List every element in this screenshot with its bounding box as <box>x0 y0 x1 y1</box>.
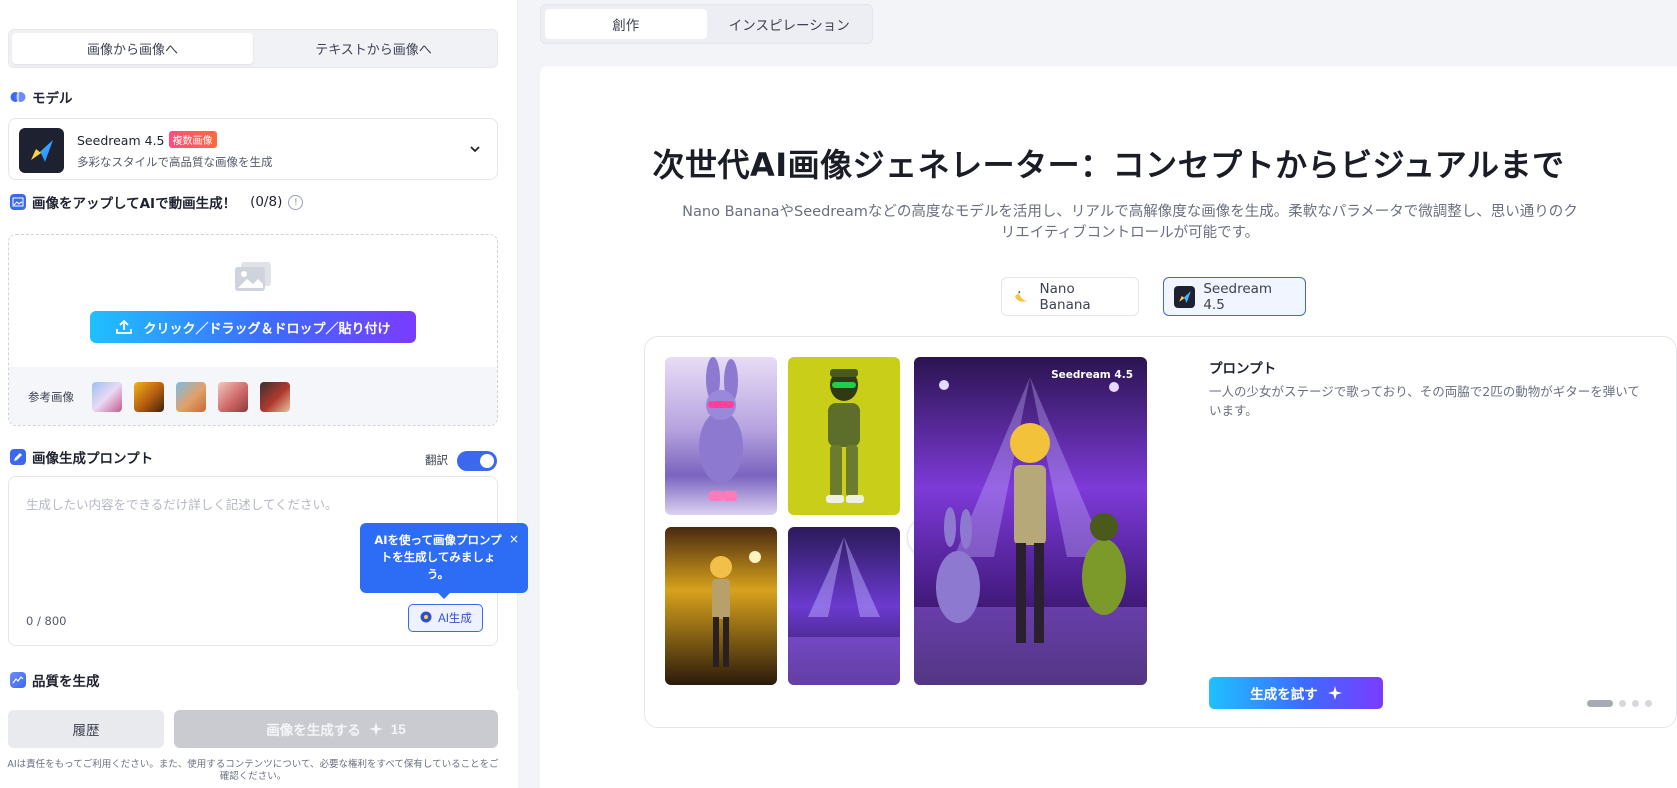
seedream-logo-icon <box>19 128 64 173</box>
result-model-badge: Seedream 4.5 <box>1051 369 1133 381</box>
generate-cost: 15 <box>390 721 406 737</box>
pager-dot[interactable] <box>1645 700 1652 707</box>
image-icon <box>10 194 26 210</box>
translate-label: 翻訳 <box>425 453 448 467</box>
input-image-dog <box>788 357 900 515</box>
mode-switch: 画像から画像へ テキストから画像へ <box>8 29 498 68</box>
generate-image-button[interactable]: 画像を生成する 15 <box>174 710 498 748</box>
pager-dot[interactable] <box>1632 700 1639 707</box>
model-chip-label: Seedream 4.5 <box>1203 280 1273 313</box>
upload-dropzone[interactable]: クリック／ドラッグ＆ドロップ／貼り付け 参考画像 <box>8 234 498 426</box>
sparkle-icon <box>368 722 383 736</box>
translate-toggle[interactable] <box>457 451 497 471</box>
close-icon[interactable]: × <box>509 531 519 548</box>
model-chip-nano-banana[interactable]: Nano Banana <box>1001 277 1139 316</box>
info-icon[interactable]: ! <box>288 194 304 210</box>
carousel-pager <box>1587 700 1652 707</box>
quality-title: 品質を生成 <box>32 674 100 690</box>
sparkle-icon <box>1327 686 1342 700</box>
banana-icon <box>1014 290 1028 302</box>
result-image: Seedream 4.5 <box>914 357 1147 685</box>
seedream-logo-icon <box>1174 285 1196 308</box>
reference-thumb[interactable] <box>218 382 248 412</box>
quality-section-title: 品質を生成 <box>10 670 100 690</box>
reference-thumb[interactable] <box>134 382 164 412</box>
showcase-prompt-heading: プロンプト <box>1209 361 1277 377</box>
reference-thumb[interactable] <box>92 382 122 412</box>
tab-create[interactable]: 創作 <box>545 9 707 39</box>
upload-button-label: クリック／ドラッグ＆ドロップ／貼り付け <box>143 320 391 336</box>
input-image-stage <box>788 527 900 685</box>
upload-section-title: 画像をアップしてAIで動画生成！ (0/8) ! <box>10 192 304 212</box>
character-counter: 0 / 800 <box>26 614 67 628</box>
reference-label: 参考画像 <box>28 390 74 404</box>
chevron-down-icon <box>470 146 480 153</box>
example-showcase: Seedream 4.5 プロンプト 一人の少女がステージで歌っており、その両脇… <box>644 336 1677 728</box>
model-description: 多彩なスタイルで高品質な画像を生成 <box>77 155 273 169</box>
main-content: 次世代AI画像ジェネレーター：コンセプトからビジュアルまで Nano Banan… <box>540 66 1677 788</box>
reference-images: 参考画像 <box>9 367 497 425</box>
prompt-section-title: 画像生成プロンプト <box>10 447 153 467</box>
reference-thumb[interactable] <box>176 382 206 412</box>
pager-dot[interactable] <box>1587 700 1613 707</box>
hero-subtitle: Nano BananaやSeedreamなどの高度なモデルを活用し、リアルで高解… <box>682 204 1578 241</box>
try-generate-label: 生成を試す <box>1250 687 1318 702</box>
reference-thumb[interactable] <box>260 382 290 412</box>
model-title: モデル <box>32 91 73 107</box>
upload-icon <box>116 319 133 334</box>
tab-text-to-image[interactable]: テキストから画像へ <box>253 33 494 64</box>
prompt-title: 画像生成プロンプト <box>32 451 154 467</box>
model-chip-label: Nano Banana <box>1039 280 1091 313</box>
top-tabs: 創作 インスピレーション <box>540 4 873 44</box>
generate-label: 画像を生成する <box>266 723 361 738</box>
tab-image-to-image[interactable]: 画像から画像へ <box>12 33 253 64</box>
quality-icon <box>10 672 26 688</box>
edit-icon <box>10 449 26 465</box>
ai-generate-label: AI生成 <box>438 613 472 625</box>
disclaimer-text: AIは責任をもってご利用ください。また、使用するコンテンツについて、必要な権利を… <box>7 759 499 782</box>
pager-dot[interactable] <box>1619 700 1626 707</box>
model-section-title: モデル <box>10 87 73 107</box>
image-placeholder-icon <box>235 262 271 291</box>
ai-prompt-tooltip: AIを使って画像プロンプトを生成してみましょう。 × <box>360 523 528 599</box>
ai-bulb-icon <box>420 611 432 623</box>
input-image-singer <box>665 527 777 685</box>
model-name: Seedream 4.5 複数画像 <box>77 131 217 148</box>
upload-button[interactable]: クリック／ドラッグ＆ドロップ／貼り付け <box>90 311 416 343</box>
tooltip-text: AIを使って画像プロンプトを生成してみましょう。 <box>374 533 502 581</box>
tab-inspiration[interactable]: インスピレーション <box>711 9 869 39</box>
model-selector[interactable]: Seedream 4.5 複数画像 多彩なスタイルで高品質な画像を生成 <box>8 118 498 180</box>
showcase-prompt-text: 一人の少女がステージで歌っており、その両脇で2匹の動物がギターを弾いています。 <box>1209 384 1640 418</box>
hero-title: 次世代AI画像ジェネレーター：コンセプトからビジュアルまで <box>652 146 1565 184</box>
action-bar: 履歴 画像を生成する 15 AIは責任をもってご利用ください。また、使用するコン… <box>0 690 518 788</box>
history-button[interactable]: 履歴 <box>8 710 164 748</box>
brain-icon <box>10 89 26 105</box>
left-panel: 画像から画像へ テキストから画像へ モデル Seedream 4.5 複数画像 多… <box>0 0 528 788</box>
ai-generate-prompt-button[interactable]: AI生成 <box>408 604 483 632</box>
try-generate-button[interactable]: 生成を試す <box>1209 677 1383 709</box>
prompt-placeholder: 生成したい内容をできるだけ詳しく記述してください。 <box>26 497 338 512</box>
multi-image-badge: 複数画像 <box>168 131 217 148</box>
model-chip-seedream[interactable]: Seedream 4.5 <box>1163 277 1306 316</box>
upload-title: 画像をアップしてAIで動画生成！ <box>32 196 237 212</box>
upload-count: (0/8) <box>250 194 283 210</box>
input-image-rabbit <box>665 357 777 515</box>
